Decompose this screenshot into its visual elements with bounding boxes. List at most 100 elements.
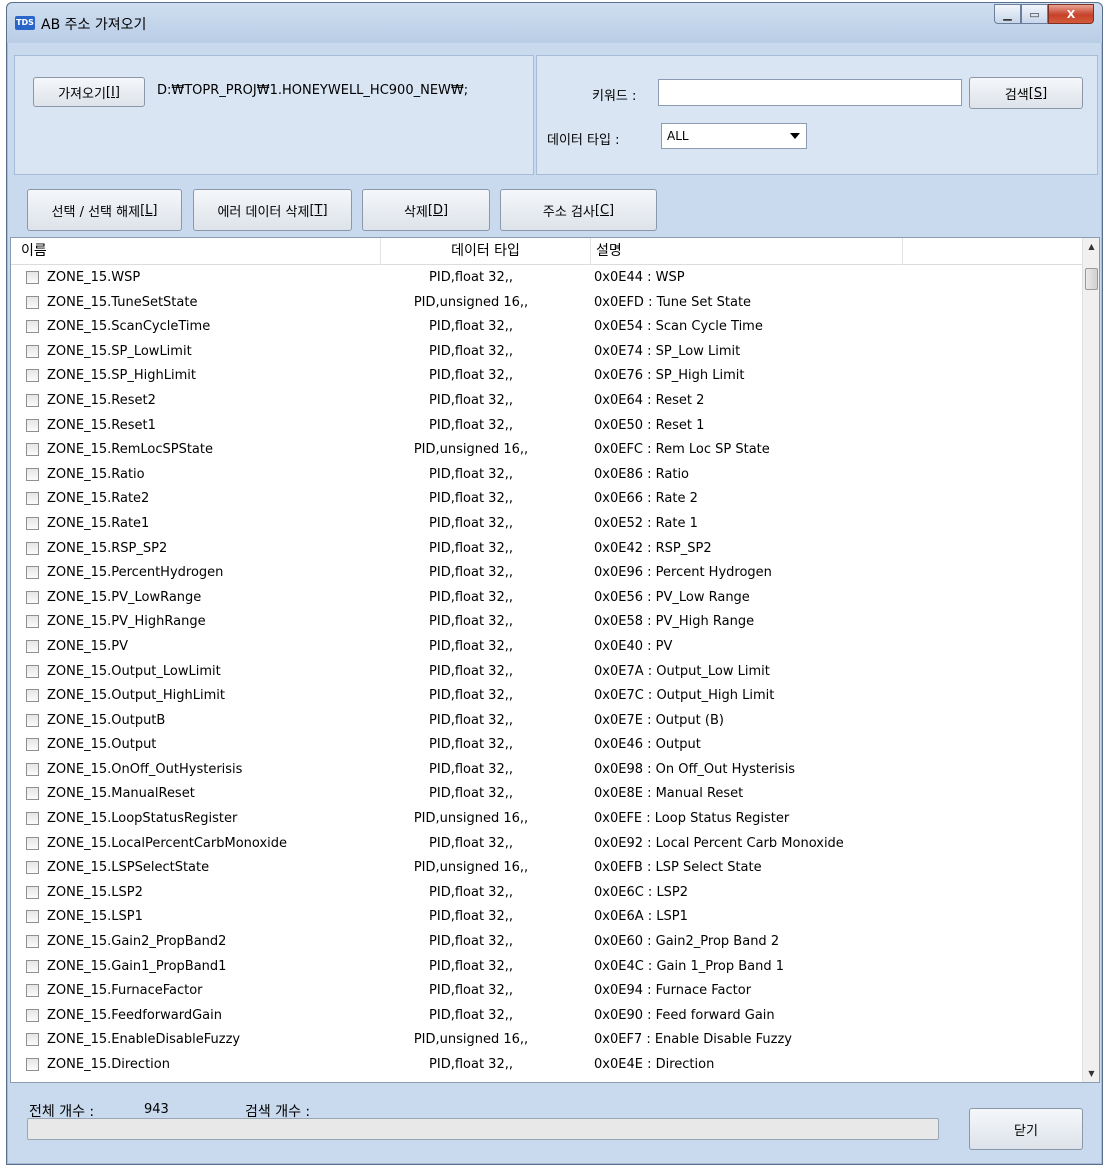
search-button[interactable]: 검색 [S] bbox=[969, 77, 1083, 109]
table-row[interactable]: ZONE_15.OutputB PID,float 32,, 0x0E7E : Ou… bbox=[11, 709, 1084, 734]
row-desc: 0x0EFE : Loop Status Register bbox=[594, 811, 790, 827]
check-address-button[interactable]: 주소 검사 [C] bbox=[500, 189, 657, 231]
row-checkbox[interactable] bbox=[26, 861, 39, 875]
close-window-button[interactable]: X bbox=[1048, 4, 1094, 24]
row-checkbox[interactable] bbox=[26, 885, 39, 899]
row-checkbox[interactable] bbox=[26, 492, 39, 506]
row-checkbox[interactable] bbox=[26, 738, 39, 752]
vertical-scrollbar[interactable]: ▲ ▼ bbox=[1082, 238, 1099, 1082]
table-row[interactable]: ZONE_15.LSP1 PID,float 32,, 0x0E6A : LSP1 bbox=[11, 905, 1084, 930]
row-checkbox[interactable] bbox=[26, 935, 39, 949]
import-button[interactable]: 가져오기 [I] bbox=[33, 77, 145, 107]
select-toggle-button[interactable]: 선택 / 선택 해제 [L] bbox=[27, 189, 182, 231]
row-checkbox[interactable] bbox=[26, 910, 39, 924]
row-checkbox[interactable] bbox=[26, 984, 39, 998]
minimize-button[interactable]: ▁ bbox=[994, 4, 1021, 24]
table-row[interactable]: ZONE_15.ScanCycleTime PID,float 32,, 0x0E5… bbox=[11, 315, 1084, 340]
table-row[interactable]: ZONE_15.Output PID,float 32,, 0x0E46 : Out… bbox=[11, 733, 1084, 758]
row-checkbox[interactable] bbox=[26, 418, 39, 432]
table-row[interactable]: ZONE_15.Reset2 PID,float 32,, 0x0E64 : Res… bbox=[11, 389, 1084, 414]
row-checkbox[interactable] bbox=[26, 344, 39, 358]
row-desc: 0x0E4E : Direction bbox=[594, 1057, 715, 1072]
row-checkbox[interactable] bbox=[26, 566, 39, 580]
row-checkbox[interactable] bbox=[26, 713, 39, 727]
table-row[interactable]: ZONE_15.TuneSetState PID,unsigned 16,, 0x0… bbox=[11, 291, 1084, 316]
scroll-up-icon[interactable]: ▲ bbox=[1083, 238, 1099, 255]
delete-button[interactable]: 삭제 [D] bbox=[362, 189, 490, 231]
row-checkbox[interactable] bbox=[26, 1058, 39, 1071]
row-checkbox[interactable] bbox=[26, 1008, 39, 1022]
row-type: PID,float 32,, bbox=[429, 761, 513, 777]
row-checkbox[interactable] bbox=[26, 787, 39, 801]
row-desc: 0x0EFD : Tune Set State bbox=[594, 294, 752, 310]
keyword-input[interactable] bbox=[658, 79, 962, 106]
close-button[interactable]: 닫기 bbox=[969, 1108, 1083, 1150]
table-row[interactable]: ZONE_15.Ratio PID,float 32,, 0x0E86 : Rati… bbox=[11, 463, 1084, 488]
row-desc: 0x0E40 : PV bbox=[594, 638, 673, 654]
table-row[interactable]: ZONE_15.Direction PID,float 32,, 0x0E4E : … bbox=[11, 1053, 1084, 1078]
row-checkbox[interactable] bbox=[26, 639, 39, 653]
row-checkbox[interactable] bbox=[26, 959, 39, 973]
row-checkbox[interactable] bbox=[26, 590, 39, 604]
table-row[interactable]: ZONE_15.Gain1_PropBand1 PID,float 32,, 0x0… bbox=[11, 955, 1084, 980]
row-checkbox[interactable] bbox=[26, 1033, 39, 1047]
delete-error-button[interactable]: 에러 데이터 삭제 [T] bbox=[193, 189, 352, 231]
title-bar[interactable]: TDS AB 주소 가져오기 ▁ ▭ X bbox=[7, 3, 1102, 43]
table-row[interactable]: ZONE_15.Output_HighLimit PID,float 32,, 0x… bbox=[11, 684, 1084, 709]
row-type: PID,float 32,, bbox=[429, 638, 513, 654]
row-desc: 0x0E56 : PV_Low Range bbox=[594, 589, 750, 605]
table-row[interactable]: ZONE_15.EnableDisableFuzzy PID,unsigned 1… bbox=[11, 1028, 1084, 1053]
table-row[interactable]: ZONE_15.SP_HighLimit PID,float 32,, 0x0E76… bbox=[11, 364, 1084, 389]
table-row[interactable]: ZONE_15.Rate2 PID,float 32,, 0x0E66 : Rate… bbox=[11, 487, 1084, 512]
row-name: ZONE_15.Gain2_PropBand2 bbox=[47, 934, 227, 950]
table-row[interactable]: ZONE_15.SP_LowLimit PID,float 32,, 0x0E74 … bbox=[11, 340, 1084, 365]
table-row[interactable]: ZONE_15.ManualReset PID,float 32,, 0x0E8E … bbox=[11, 782, 1084, 807]
row-checkbox[interactable] bbox=[26, 516, 39, 530]
row-checkbox[interactable] bbox=[26, 664, 39, 678]
row-checkbox[interactable] bbox=[26, 393, 39, 407]
maximize-button[interactable]: ▭ bbox=[1021, 4, 1048, 24]
row-name: ZONE_15.Gain1_PropBand1 bbox=[47, 958, 227, 974]
row-checkbox[interactable] bbox=[26, 541, 39, 555]
table-row[interactable]: ZONE_15.Output_LowLimit PID,float 32,, 0x0… bbox=[11, 660, 1084, 685]
header-name[interactable]: 이름 bbox=[11, 238, 381, 265]
table-row[interactable]: ZONE_15.Rate1 PID,float 32,, 0x0E52 : Rate… bbox=[11, 512, 1084, 537]
scroll-down-icon[interactable]: ▼ bbox=[1083, 1065, 1099, 1082]
header-type[interactable]: 데이터 타입 bbox=[381, 238, 591, 265]
table-row[interactable]: ZONE_15.Reset1 PID,float 32,, 0x0E50 : Res… bbox=[11, 414, 1084, 439]
header-desc[interactable]: 설명 bbox=[591, 238, 903, 265]
table-row[interactable]: ZONE_15.LocalPercentCarbMonoxide PID,floa… bbox=[11, 832, 1084, 857]
row-checkbox[interactable] bbox=[26, 467, 39, 481]
table-row[interactable]: ZONE_15.WSP PID,float 32,, 0x0E44 : WSP bbox=[11, 266, 1084, 291]
table-row[interactable]: ZONE_15.PV_HighRange PID,float 32,, 0x0E58… bbox=[11, 610, 1084, 635]
table-row[interactable]: ZONE_15.PV_LowRange PID,float 32,, 0x0E56 … bbox=[11, 586, 1084, 611]
table-row[interactable]: ZONE_15.RemLocSPState PID,unsigned 16,, 0x… bbox=[11, 438, 1084, 463]
row-name: ZONE_15.RemLocSPState bbox=[47, 442, 213, 458]
row-checkbox[interactable] bbox=[26, 689, 39, 703]
table-row[interactable]: ZONE_15.LSP2 PID,float 32,, 0x0E6C : LSP2 bbox=[11, 881, 1084, 906]
row-checkbox[interactable] bbox=[26, 836, 39, 850]
row-checkbox[interactable] bbox=[26, 762, 39, 776]
row-checkbox[interactable] bbox=[26, 271, 39, 284]
row-checkbox[interactable] bbox=[26, 615, 39, 629]
datatype-selected: ALL bbox=[667, 129, 689, 143]
datatype-select[interactable]: ALL bbox=[661, 123, 807, 149]
scroll-thumb[interactable] bbox=[1085, 268, 1098, 290]
table-row[interactable]: ZONE_15.Gain2_PropBand2 PID,float 32,, 0x0… bbox=[11, 930, 1084, 955]
row-checkbox[interactable] bbox=[26, 369, 39, 383]
row-checkbox[interactable] bbox=[26, 443, 39, 457]
row-checkbox[interactable] bbox=[26, 295, 39, 309]
row-type: PID,float 32,, bbox=[429, 417, 513, 433]
table-row[interactable]: ZONE_15.RSP_SP2 PID,float 32,, 0x0E42 : RS… bbox=[11, 537, 1084, 562]
table-row[interactable]: ZONE_15.FurnaceFactor PID,float 32,, 0x0E9… bbox=[11, 979, 1084, 1004]
table-row[interactable]: ZONE_15.PV PID,float 32,, 0x0E40 : PV bbox=[11, 635, 1084, 660]
row-type: PID,float 32,, bbox=[429, 589, 513, 605]
table-row[interactable]: ZONE_15.PercentHydrogen PID,float 32,, 0x0… bbox=[11, 561, 1084, 586]
table-row[interactable]: ZONE_15.OnOff_OutHysterisis PID,float 32,… bbox=[11, 758, 1084, 783]
row-checkbox[interactable] bbox=[26, 812, 39, 826]
row-checkbox[interactable] bbox=[26, 320, 39, 334]
table-row[interactable]: ZONE_15.FeedforwardGain PID,float 32,, 0x0… bbox=[11, 1004, 1084, 1029]
path-field[interactable]: D:₩TOPR_PROJ₩1.HONEYWELL_HC900_NEW₩; bbox=[153, 78, 527, 106]
table-row[interactable]: ZONE_15.LoopStatusRegister PID,unsigned 1… bbox=[11, 807, 1084, 832]
table-row[interactable]: ZONE_15.LSPSelectState PID,unsigned 16,, 0… bbox=[11, 856, 1084, 881]
